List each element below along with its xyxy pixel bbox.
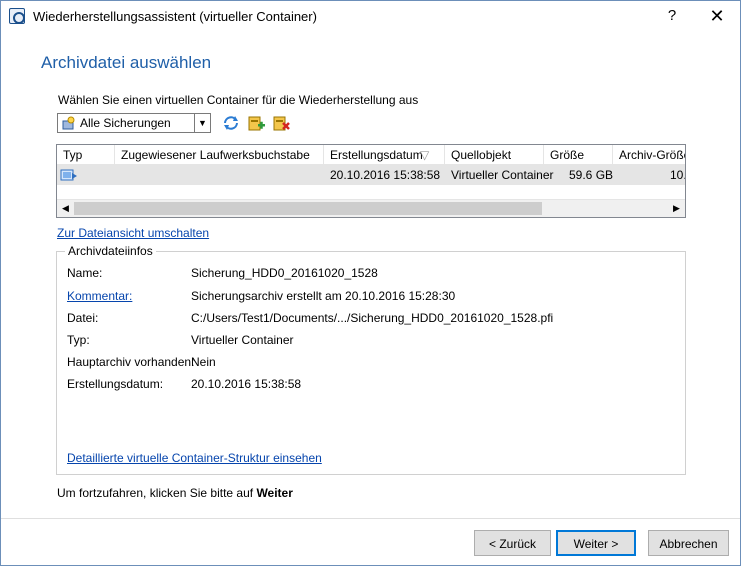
table-row[interactable]: 20.10.2016 15:38:58 Virtueller Container… [57,165,686,185]
cancel-button[interactable]: Abbrechen [648,530,729,556]
app-icon [9,8,25,24]
column-header-quellobjekt[interactable]: Quellobjekt [445,145,544,165]
archive-info-title: Archivdateiinfos [65,244,156,258]
name-label: Name: [67,266,103,280]
creation-date-label: Erstellungsdatum: [67,377,164,391]
backup-filter-value: Alle Sicherungen [80,116,171,130]
cell-archiv-groesse: 10. [670,168,686,182]
column-header-archiv-groesse[interactable]: Archiv-Größe [613,145,685,165]
page-title: Archivdatei auswählen [41,53,212,72]
list-header: Typ Zugewiesener Laufwerksbuchstabe Erst… [57,145,685,165]
backup-filter-select[interactable]: Alle Sicherungen ▼ [57,113,211,133]
type-value: Virtueller Container [191,333,294,347]
cell-quellobjekt: Virtueller Container [451,168,554,182]
continue-hint-text: Um fortzufahren, klicken Sie bitte auf [57,486,257,500]
footer-divider [1,518,740,519]
add-archive-icon[interactable] [247,114,265,132]
main-archive-value: Nein [191,355,216,369]
title-bar: Wiederherstellungsassistent (virtueller … [1,1,740,31]
help-button[interactable]: ? [649,1,695,31]
horizontal-scrollbar[interactable]: ◀ ▶ [57,199,685,217]
file-label: Datei: [67,311,99,325]
container-list[interactable]: Typ Zugewiesener Laufwerksbuchstabe Erst… [56,144,686,218]
refresh-icon[interactable] [222,114,240,132]
scrollbar-thumb[interactable] [74,202,542,215]
selection-prompt: Wählen Sie einen virtuellen Container fü… [58,93,419,107]
comment-link[interactable]: Kommentar: [67,289,132,303]
archive-info-group: Archivdateiinfos Name: Sicherung_HDD0_20… [56,244,686,475]
scroll-right-icon[interactable]: ▶ [668,200,685,217]
comment-value: Sicherungsarchiv erstellt am 20.10.2016 … [191,289,456,303]
creation-date-value: 20.10.2016 15:38:58 [191,377,302,391]
backup-set-icon [62,116,75,130]
continue-hint-bold: Weiter [256,486,293,500]
wizard-window: Wiederherstellungsassistent (virtueller … [0,0,741,566]
column-header-erstellungsdatum[interactable]: Erstellungsdatum ▽ [324,145,445,165]
cell-groesse: 59.6 GB [569,168,614,182]
container-structure-link[interactable]: Detaillierte virtuelle Container-Struktu… [67,451,322,465]
scroll-left-icon[interactable]: ◀ [57,200,74,217]
main-archive-label: Hauptarchiv vorhanden: [67,355,195,369]
virtual-container-icon [60,169,77,181]
remove-archive-icon[interactable] [272,114,290,132]
column-header-groesse[interactable]: Größe [544,145,613,165]
chevron-down-icon[interactable]: ▼ [194,114,210,132]
close-button[interactable]: ✕ [694,1,740,31]
window-title: Wiederherstellungsassistent (virtueller … [33,9,317,24]
type-label: Typ: [67,333,90,347]
column-header-laufwerk[interactable]: Zugewiesener Laufwerksbuchstabe [115,145,324,165]
back-button[interactable]: < Zurück [474,530,551,556]
name-value: Sicherung_HDD0_20161020_1528 [191,266,378,280]
cell-erstellungsdatum: 20.10.2016 15:38:58 [330,168,441,182]
column-header-erstellungsdatum-label: Erstellungsdatum [330,148,423,162]
sort-descending-icon: ▽ [420,148,430,162]
file-value: C:/Users/Test1/Documents/.../Sicherung_H… [191,311,554,325]
toggle-file-view-link[interactable]: Zur Dateiansicht umschalten [57,226,209,240]
next-button[interactable]: Weiter > [556,530,636,556]
continue-hint: Um fortzufahren, klicken Sie bitte auf W… [57,486,293,500]
column-header-typ[interactable]: Typ [57,145,115,165]
